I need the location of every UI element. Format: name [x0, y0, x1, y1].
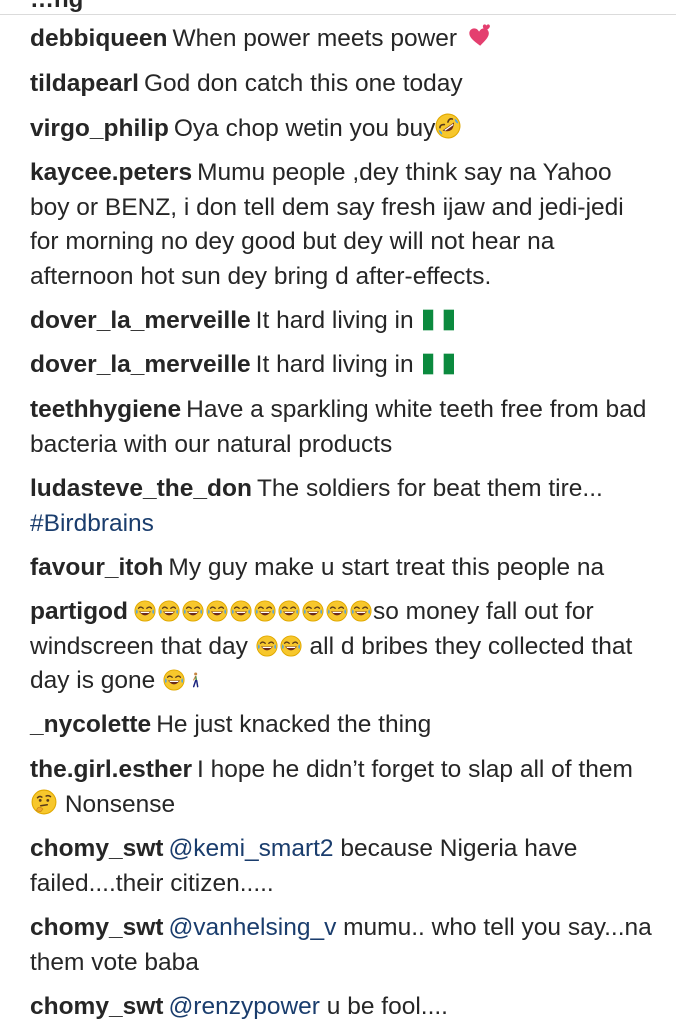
tears-of-joy-emoji-icon — [302, 600, 324, 622]
tears-of-joy-emoji-icon — [182, 600, 204, 622]
rofl-emoji-icon — [435, 113, 461, 139]
comment-text: When power meets power — [172, 25, 458, 52]
comment-username[interactable]: kaycee.peters — [30, 159, 192, 186]
comment-username[interactable]: virgo_philip — [30, 115, 169, 142]
person-walking-icon — [193, 672, 199, 688]
tears-of-joy-emoji-icon — [256, 635, 278, 657]
comment: teethhygiene Have a sparkling white teeth… — [30, 393, 656, 462]
hashtag-link[interactable]: #Birdbrains — [30, 510, 154, 537]
comment-username[interactable]: chomy_swt — [30, 914, 163, 941]
tears-of-joy-emoji-icon — [280, 635, 302, 657]
comment-text: My guy make u start treat this people na — [168, 554, 605, 581]
comment-username[interactable]: favour_itoh — [30, 554, 163, 581]
tears-of-joy-emoji-icon — [158, 600, 180, 622]
thinking-face-icon — [31, 789, 57, 814]
partial-header-text: …ng — [30, 0, 83, 14]
comment-username[interactable]: the.girl.esther — [30, 756, 192, 783]
comment: chomy_swt @vanhelsing_v mumu.. who tell y… — [30, 911, 656, 980]
comment-text: He just knacked the thing — [156, 711, 432, 738]
comment: chomy_swt @renzypower u be fool.... — [30, 990, 656, 1025]
comment-text: It hard living in — [255, 351, 414, 378]
comment-text: Oya chop wetin you buy — [173, 115, 436, 142]
comment: dover_la_merveille It hard living in — [30, 304, 656, 339]
comment: partigod so money fall out for windscreen… — [30, 595, 656, 699]
comment-text: It hard living in — [255, 307, 414, 334]
mention-link[interactable]: @kemi_smart2 — [168, 835, 333, 862]
comment: the.girl.esther I hope he didn’t forget t… — [30, 753, 656, 822]
comment: debbiqueen When power meets power — [30, 22, 656, 57]
mention-link[interactable]: @vanhelsing_v — [168, 914, 336, 941]
comment-username[interactable]: tildapearl — [30, 70, 139, 97]
comment-text: I hope he didn’t forget to slap all of t… — [197, 756, 633, 783]
nigeria-flag-icon — [423, 309, 455, 331]
comment-text: God don catch this one today — [143, 70, 463, 97]
comment-username[interactable]: chomy_swt — [30, 993, 163, 1020]
tears-of-joy-emoji-icon — [254, 600, 276, 622]
comment-text: u be fool.... — [326, 993, 448, 1020]
comment-username[interactable]: teethhygiene — [30, 396, 181, 423]
tears-of-joy-emoji-icon — [134, 600, 156, 622]
tears-of-joy-emoji-icon — [206, 600, 228, 622]
header-divider — [0, 14, 676, 15]
comment: chomy_swt @kemi_smart2 because Nigeria ha… — [30, 832, 656, 901]
comment-username[interactable]: _nycolette — [30, 711, 151, 738]
comment-username[interactable]: dover_la_merveille — [30, 307, 251, 334]
comment: ludasteve_the_don The soldiers for beat t… — [30, 472, 656, 541]
comment-text: Nonsense — [64, 790, 176, 818]
comment-text: The soldiers for beat them tire... — [256, 475, 603, 502]
tears-of-joy-emoji-icon — [163, 669, 185, 691]
tears-of-joy-emoji-icon — [326, 600, 348, 622]
tears-of-joy-emoji-icon — [230, 600, 252, 622]
comment: _nycolette He just knacked the thing — [30, 708, 656, 743]
comment: favour_itoh My guy make u start treat thi… — [30, 551, 656, 586]
mention-link[interactable]: @renzypower — [168, 993, 320, 1020]
two-hearts-icon — [469, 24, 490, 46]
comment: kaycee.peters Mumu people ,dey think say … — [30, 156, 656, 294]
tears-of-joy-emoji-icon — [350, 600, 372, 622]
comment-username[interactable]: debbiqueen — [30, 25, 167, 52]
comment: tildapearl God don catch this one today — [30, 67, 656, 102]
comment-username[interactable]: chomy_swt — [30, 835, 163, 862]
nigeria-flag-icon — [423, 353, 455, 375]
comment: dover_la_merveille It hard living in — [30, 348, 656, 383]
comment-username[interactable]: partigod — [30, 598, 128, 625]
comment-username[interactable]: dover_la_merveille — [30, 351, 251, 378]
tears-of-joy-emoji-icon — [278, 600, 300, 622]
comment: virgo_philip Oya chop wetin you buy — [30, 112, 656, 147]
top-bar: …ng — [0, 0, 676, 16]
comment-username[interactable]: ludasteve_the_don — [30, 475, 252, 502]
